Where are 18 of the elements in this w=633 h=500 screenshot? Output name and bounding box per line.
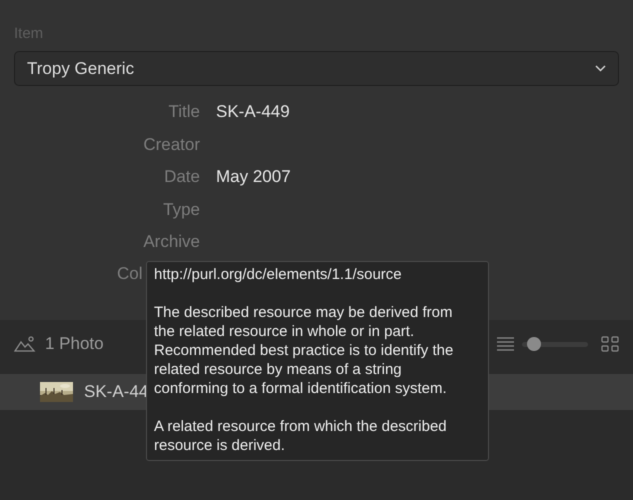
grid-view-icon[interactable] xyxy=(601,336,619,352)
field-label: Title xyxy=(168,101,200,124)
photo-title: SK-A-44 xyxy=(84,381,148,404)
chevron-down-icon xyxy=(595,65,606,72)
field-value[interactable]: May 2007 xyxy=(216,164,291,190)
field-label: Creator xyxy=(142,134,200,156)
field-label: Archive xyxy=(142,231,200,253)
template-dropdown[interactable]: Tropy Generic xyxy=(14,51,619,86)
tooltip-description: A related resource from which the described resource is derived. xyxy=(154,417,448,455)
slider-thumb[interactable] xyxy=(527,337,542,351)
zoom-slider[interactable] xyxy=(522,337,588,351)
photo-count: 1 Photo xyxy=(45,333,104,356)
field-label: Date xyxy=(163,166,200,188)
field-label: Type xyxy=(162,198,200,221)
tooltip-uri: http://purl.org/dc/elements/1.1/source xyxy=(154,265,403,284)
field-value[interactable]: SK-A-449 xyxy=(216,99,290,125)
landscape-icon xyxy=(14,336,36,352)
list-view-icon[interactable] xyxy=(497,337,514,351)
